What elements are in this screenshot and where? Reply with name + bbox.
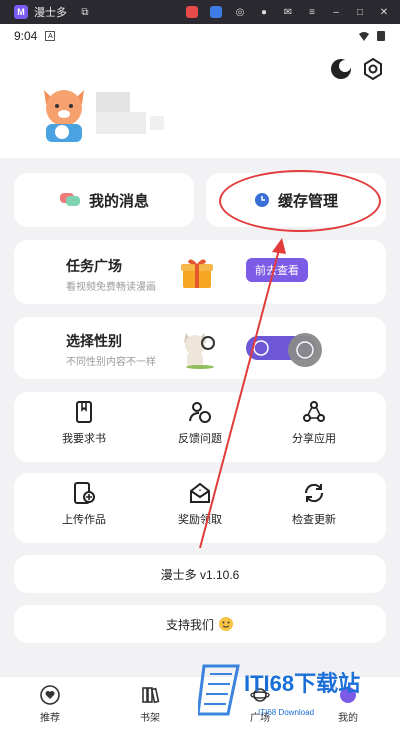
nav-bookshelf-label: 书架 — [140, 713, 160, 724]
heart-icon — [40, 685, 60, 705]
nav-recommend[interactable]: 推荐 — [20, 685, 80, 724]
bookshelf-icon — [142, 687, 160, 704]
watermark-text: ITI68下载站 — [244, 671, 361, 696]
nav-recommend-label: 推荐 — [40, 713, 60, 724]
nav-bookshelf[interactable]: 书架 — [120, 685, 180, 724]
annotation-arrow — [199, 238, 286, 549]
watermark: ITI68下载站 ITI68 Download — [198, 656, 398, 728]
watermark-subtext: ITI68 Download — [258, 708, 315, 717]
watermark-logo-icon — [198, 664, 240, 716]
